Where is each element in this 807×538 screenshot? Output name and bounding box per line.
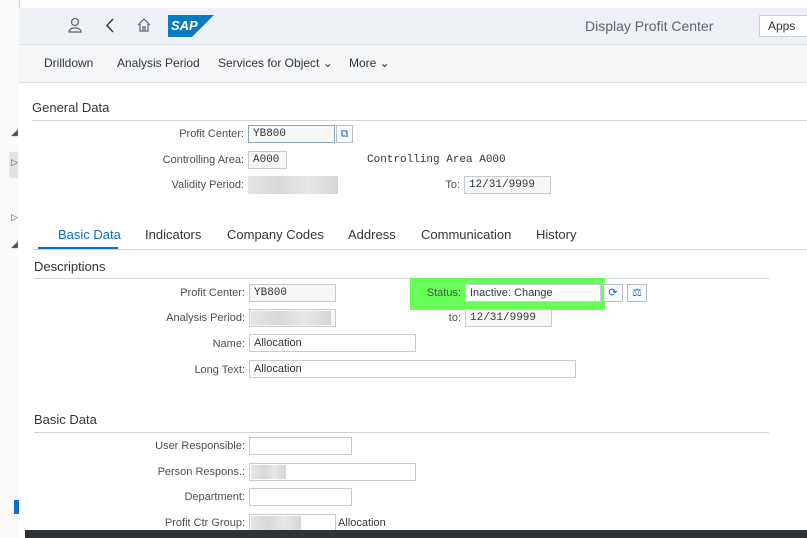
user-icon[interactable] (68, 17, 82, 33)
window-icon[interactable]: ⧉ (336, 125, 353, 143)
tab-history[interactable]: History (536, 227, 576, 242)
tab-basic-data[interactable]: Basic Data (58, 227, 121, 242)
profit-center-label: Profit Center: (179, 128, 244, 140)
tab-divider (32, 249, 807, 250)
tab-address[interactable]: Address (348, 227, 396, 242)
divider (32, 120, 807, 121)
to-label: To: (445, 179, 460, 191)
home-icon[interactable] (136, 17, 152, 33)
user-responsible-label: User Responsible: (155, 440, 245, 452)
services-for-object-menu[interactable]: Services for Object ⌄ (218, 56, 333, 70)
profit-center-group-redacted (251, 516, 301, 530)
chevron-right-icon: ▷ (11, 212, 18, 222)
caret-icon: ◢ (11, 239, 18, 249)
controlling-area-label: Controlling Area: (162, 154, 244, 166)
profit-center-field[interactable]: YB800 (248, 125, 335, 143)
validity-period-field-redacted[interactable] (248, 176, 338, 194)
person-responsible-label: Person Respons.: (157, 466, 245, 478)
shell-bar: SAP Display Profit Center Apps (19, 8, 807, 45)
controlling-area-field[interactable]: A000 (248, 151, 287, 169)
person-responsible-redacted (251, 465, 286, 479)
validity-period-label: Validity Period: (171, 179, 244, 191)
tab-communication[interactable]: Communication (421, 227, 511, 242)
department-label: Department: (184, 491, 245, 503)
status-label: Status: (426, 287, 461, 299)
analysis-to-field[interactable]: 12/31/9999 (465, 309, 552, 327)
apps-button[interactable]: Apps (759, 15, 807, 37)
refresh-icon[interactable]: ⟳ (603, 284, 623, 302)
divider (34, 432, 769, 433)
more-menu[interactable]: More ⌄ (349, 56, 390, 70)
analysis-period-button[interactable]: Analysis Period (117, 56, 200, 70)
desc-profit-center-field[interactable]: YB800 (249, 284, 336, 302)
divider (34, 278, 769, 279)
footer-bar (25, 530, 807, 538)
general-data-title: General Data (32, 100, 110, 115)
tab-company-codes[interactable]: Company Codes (227, 227, 324, 242)
chevron-right-icon: ▷ (11, 157, 18, 167)
status-field[interactable]: Inactive: Change (465, 284, 601, 302)
analysis-to-label: to: (448, 312, 461, 324)
caret-icon: ◢ (11, 127, 18, 137)
controlling-area-text: Controlling Area A000 (367, 154, 506, 166)
long-text-label: Long Text: (194, 364, 245, 376)
profit-center-group-label: Profit Ctr Group: (164, 517, 245, 529)
profit-center-group-text: Allocation (338, 517, 386, 529)
basic-data-title: Basic Data (34, 412, 97, 427)
name-field[interactable]: Allocation (249, 334, 416, 352)
desc-profit-center-label: Profit Center: (180, 287, 245, 299)
background-window-strip: ◢ ▷ ▷ ◢ (0, 0, 20, 538)
department-field[interactable] (249, 488, 352, 506)
descriptions-title: Descriptions (34, 259, 106, 274)
sap-logo-text: SAP (171, 18, 198, 33)
back-icon[interactable] (105, 18, 115, 33)
analysis-period-redacted (251, 311, 331, 325)
tab-indicators[interactable]: Indicators (145, 227, 201, 242)
user-responsible-field[interactable] (249, 437, 352, 455)
valid-to-field[interactable]: 12/31/9999 (464, 176, 551, 194)
drilldown-button[interactable]: Drilldown (44, 56, 93, 70)
balance-icon[interactable]: ⚖ (627, 284, 647, 302)
long-text-field[interactable]: Allocation (249, 360, 576, 378)
analysis-period-label: Analysis Period: (166, 312, 245, 324)
page-title: Display Profit Center (585, 18, 714, 34)
app-toolbar: Drilldown Analysis Period Services for O… (19, 45, 807, 83)
name-label: Name: (212, 338, 245, 350)
